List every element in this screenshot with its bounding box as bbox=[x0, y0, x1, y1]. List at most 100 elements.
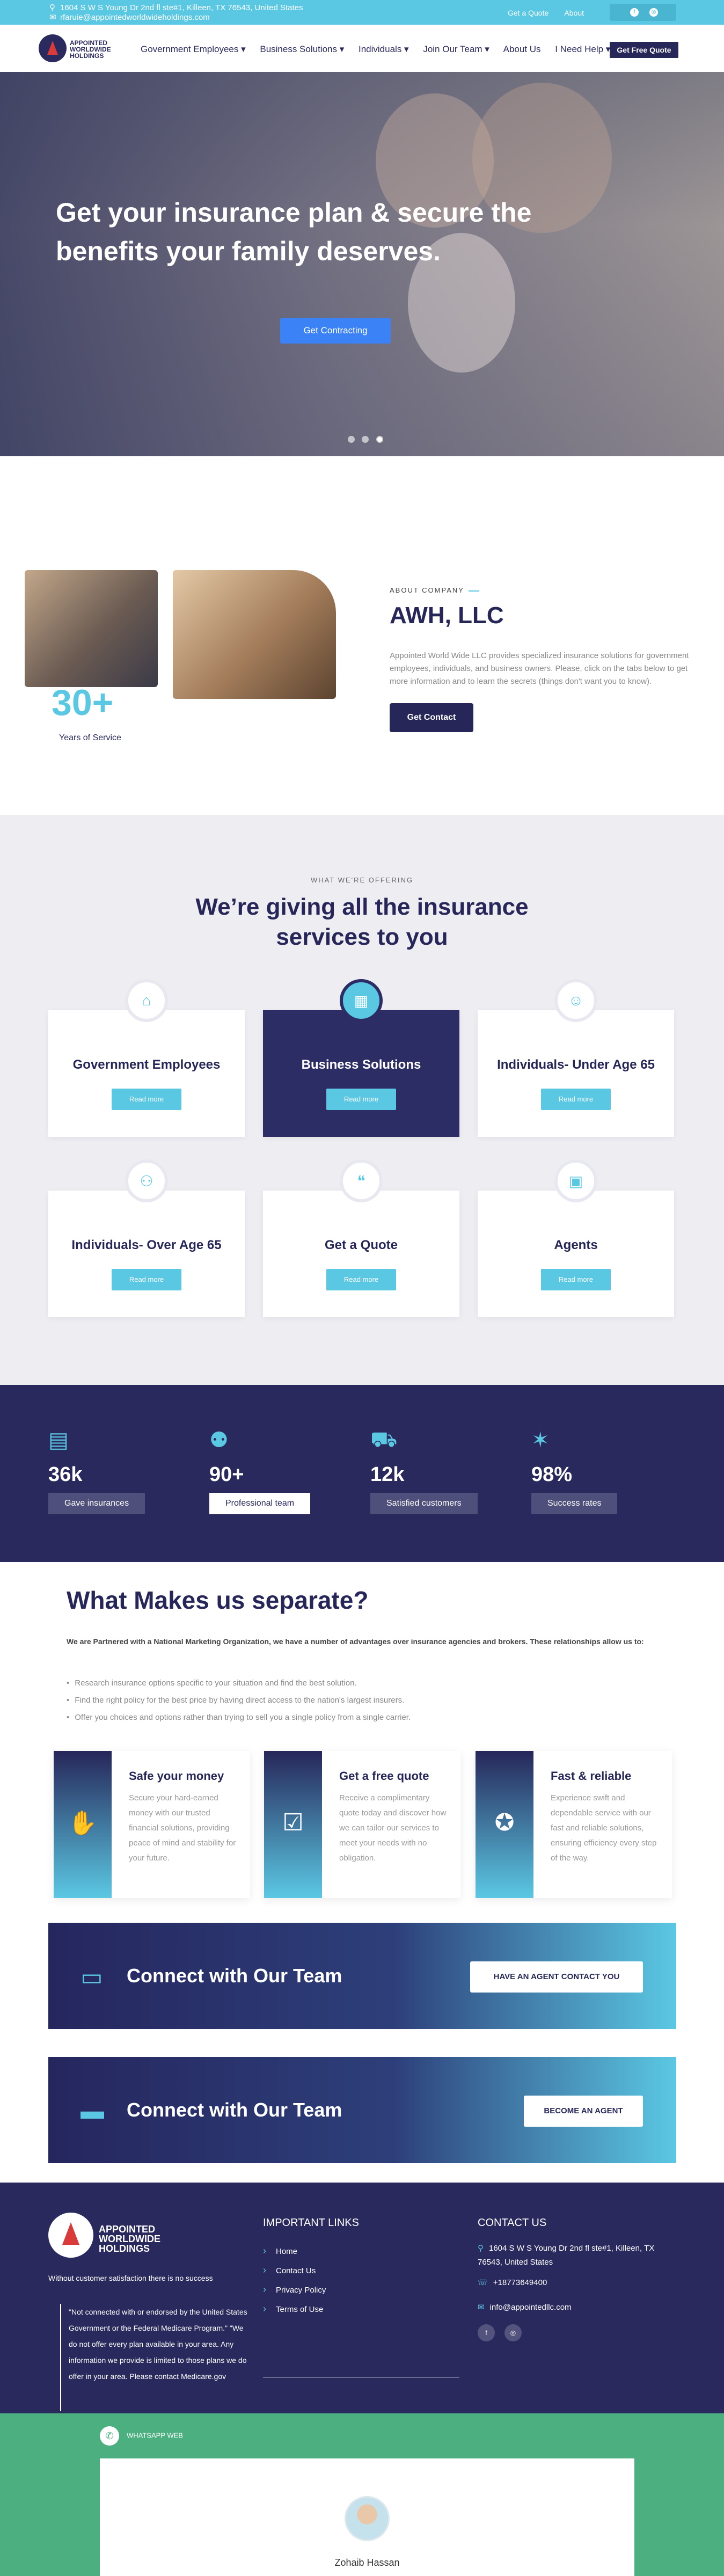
home-icon: ⌂ bbox=[142, 992, 151, 1009]
briefcase-icon: ▣ bbox=[568, 1173, 583, 1190]
feature-text: Secure your hard-earned money with our t… bbox=[129, 1793, 236, 1863]
feature-title: Fast & reliable bbox=[551, 1769, 632, 1783]
about-tag: ABOUT COMPANY bbox=[390, 586, 479, 594]
service-card-business[interactable]: ▦ Business Solutions Read more bbox=[263, 979, 459, 1137]
person-icon: ☺ bbox=[568, 992, 584, 1009]
service-card-agents[interactable]: ▣ Agents Read more bbox=[478, 1159, 674, 1317]
service-card-quote[interactable]: ❝ Get a Quote Read more bbox=[263, 1159, 459, 1317]
footer-phone[interactable]: ☏ +18773649400 bbox=[478, 2276, 671, 2290]
stat-insurances: ▤ 36k Gave insurances bbox=[48, 1428, 182, 1514]
read-more-button[interactable]: Read more bbox=[541, 1089, 611, 1110]
agent-avatar[interactable] bbox=[345, 2496, 390, 2541]
read-more-button[interactable]: Read more bbox=[326, 1269, 396, 1290]
read-more-button[interactable]: Read more bbox=[541, 1269, 611, 1290]
footer-address: ⚲ 1604 S W S Young Dr 2nd fl ste#1, Kille… bbox=[478, 2244, 655, 2267]
mail-icon: ✉ bbox=[478, 2303, 485, 2312]
read-more-button[interactable]: Read more bbox=[112, 1089, 181, 1110]
connect-banner-agent-contact: ▭ Connect with Our Team HAVE AN AGENT CO… bbox=[48, 1923, 676, 2029]
slider-dot[interactable] bbox=[348, 436, 355, 443]
footer-logo[interactable]: APPOINTED WORLDWIDE HOLDINGS bbox=[48, 2213, 166, 2258]
invoice-icon: ☑ bbox=[282, 1809, 304, 1836]
links-heading: IMPORTANT LINKS bbox=[263, 2217, 359, 2229]
whatsapp-header[interactable]: ✆ WHATSAPP WEB bbox=[100, 2426, 183, 2446]
nav-business-solutions[interactable]: Business Solutions ▾ bbox=[260, 44, 344, 54]
top-link-about[interactable]: About bbox=[564, 9, 584, 17]
nav-individuals[interactable]: Individuals ▾ bbox=[359, 44, 409, 54]
slider-dot-active[interactable] bbox=[376, 436, 383, 443]
mail-icon: ✉ bbox=[49, 13, 56, 22]
phone-icon: ☏ bbox=[478, 2278, 488, 2287]
footer-link-terms[interactable]: Terms of Use bbox=[263, 2300, 326, 2319]
services-title: We’re giving all the insurance services … bbox=[195, 894, 529, 950]
site-logo[interactable]: APPOINTED WORLDWIDE HOLDINGS bbox=[39, 32, 119, 64]
footer-link-privacy[interactable]: Privacy Policy bbox=[263, 2280, 326, 2300]
get-contracting-button[interactable]: Get Contracting bbox=[280, 318, 391, 344]
stat-customers: ⛟ 12k Satisfied customers bbox=[370, 1428, 504, 1514]
service-card-over-65[interactable]: ⚇ Individuals- Over Age 65 Read more bbox=[48, 1159, 245, 1317]
facebook-icon[interactable]: f bbox=[630, 8, 639, 17]
briefcase-icon: ▬ bbox=[81, 2098, 104, 2124]
building-icon: ▦ bbox=[354, 993, 369, 1009]
footer-link-contact[interactable]: Contact Us bbox=[263, 2261, 326, 2280]
nav-need-help[interactable]: I Need Help ▾ bbox=[555, 44, 610, 54]
stat-label: Satisfied customers bbox=[370, 1493, 478, 1514]
connect-title: Connect with Our Team bbox=[127, 2099, 342, 2121]
top-links: Get a Quote About bbox=[508, 9, 598, 17]
top-bar: ⚲ 1604 S W S Young Dr 2nd fl ste#1, Kille… bbox=[0, 0, 724, 25]
nav-join-our-team[interactable]: Join Our Team ▾ bbox=[423, 44, 489, 54]
footer-email[interactable]: ✉ info@appointedllc.com bbox=[478, 2301, 671, 2315]
about-title: AWH, LLC bbox=[390, 602, 504, 629]
read-more-button[interactable]: Read more bbox=[112, 1269, 181, 1290]
footer-tagline: Without customer satisfaction there is n… bbox=[48, 2274, 213, 2282]
years-counter: 30+ bbox=[52, 682, 114, 723]
become-agent-button[interactable]: BECOME AN AGENT bbox=[524, 2096, 643, 2127]
services-section: WHAT WE'RE OFFERING We’re giving all the… bbox=[0, 815, 724, 1385]
whatsapp-agent-panel: Zohaib Hassan bbox=[100, 2458, 634, 2576]
service-card-government[interactable]: ⌂ Government Employees Read more bbox=[48, 979, 245, 1137]
car-icon: ⛟ bbox=[370, 1428, 398, 1451]
top-email[interactable]: rfaruie@appointedworldwideholdings.com bbox=[60, 13, 210, 22]
footer-links: Home Contact Us Privacy Policy Terms of … bbox=[263, 2242, 326, 2319]
top-link-quote[interactable]: Get a Quote bbox=[508, 9, 549, 17]
main-nav: Government Employees ▾ Business Solution… bbox=[141, 44, 622, 55]
slider-dots bbox=[348, 436, 388, 446]
top-social: f ◎ bbox=[610, 4, 676, 21]
team-icon: ⚉ bbox=[209, 1428, 229, 1452]
list-item: Find the right policy for the best price… bbox=[67, 1692, 411, 1709]
facebook-icon[interactable]: f bbox=[478, 2324, 495, 2341]
footer-disclaimer: "Not connected with or endorsed by the U… bbox=[60, 2304, 253, 2411]
instagram-icon[interactable]: ◎ bbox=[649, 8, 658, 17]
money-hand-icon: ✋ bbox=[68, 1810, 98, 1836]
logo-mark bbox=[39, 34, 67, 62]
hero-slider: Get your insurance plan & secure the ben… bbox=[0, 72, 724, 456]
agent-contact-button[interactable]: HAVE AN AGENT CONTACT YOU bbox=[470, 1961, 643, 1993]
read-more-button[interactable]: Read more bbox=[326, 1089, 396, 1110]
people-icon: ⚇ bbox=[140, 1173, 153, 1190]
feature-title: Get a free quote bbox=[339, 1769, 429, 1783]
about-text: Appointed World Wide LLC provides specia… bbox=[390, 651, 689, 686]
footer-link-home[interactable]: Home bbox=[263, 2242, 326, 2261]
hero-title: Get your insurance plan & secure the ben… bbox=[56, 198, 532, 266]
site-footer: APPOINTED WORLDWIDE HOLDINGS Without cus… bbox=[0, 2183, 724, 2413]
about-image-meeting bbox=[173, 570, 336, 699]
agent-name[interactable]: Zohaib Hassan bbox=[100, 2557, 634, 2568]
feature-card-safe-money: ✋ Safe your money Secure your hard-earne… bbox=[54, 1751, 250, 1898]
separate-intro: We are Partnered with a National Marketi… bbox=[67, 1637, 644, 1646]
service-card-title: Individuals- Under Age 65 bbox=[497, 1057, 655, 1072]
main-header: APPOINTED WORLDWIDE HOLDINGS Government … bbox=[0, 25, 724, 72]
stat-success: ✶ 98% Success rates bbox=[531, 1428, 666, 1514]
nav-government-employees[interactable]: Government Employees ▾ bbox=[141, 44, 246, 54]
logo-text: APPOINTED WORLDWIDE HOLDINGS bbox=[70, 39, 111, 60]
nav-about-us[interactable]: About Us bbox=[503, 44, 541, 54]
instagram-icon[interactable]: ◎ bbox=[504, 2324, 522, 2341]
map-pin-icon: ⚲ bbox=[49, 3, 55, 12]
stat-label: Professional team bbox=[209, 1493, 311, 1514]
free-quote-button[interactable]: Get Free Quote bbox=[610, 42, 678, 58]
feature-card-fast-reliable: ✪ Fast & reliable Experience swift and d… bbox=[476, 1751, 672, 1898]
service-card-under-65[interactable]: ☺ Individuals- Under Age 65 Read more bbox=[478, 979, 674, 1137]
connect-title: Connect with Our Team bbox=[127, 1965, 342, 1987]
quote-icon: ❝ bbox=[357, 1173, 365, 1190]
slider-dot[interactable] bbox=[362, 436, 369, 443]
logo-mark bbox=[48, 2213, 93, 2258]
get-contact-button[interactable]: Get Contact bbox=[390, 703, 473, 732]
